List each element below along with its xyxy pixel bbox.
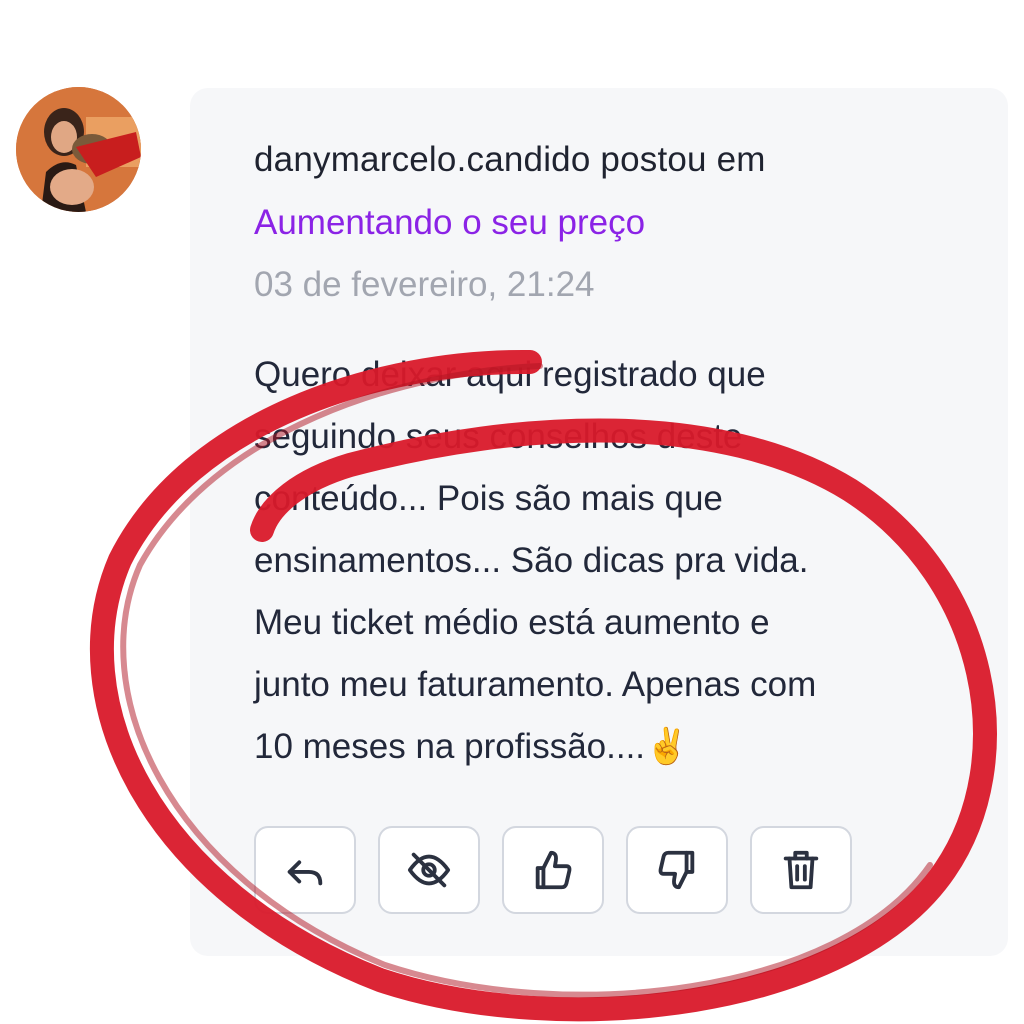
dislike-button[interactable] xyxy=(626,826,728,914)
trash-icon xyxy=(783,850,819,890)
comment-body: Quero deixar aqui registrado que seguind… xyxy=(254,349,974,783)
like-button[interactable] xyxy=(502,826,604,914)
comment-line: conteúdo... Pois são mais que xyxy=(254,479,723,518)
thumbs-down-icon xyxy=(658,850,695,890)
eye-off-icon xyxy=(407,852,451,888)
comment-line: Quero deixar aqui registrado que xyxy=(254,355,766,394)
reply-arrow-icon xyxy=(287,860,323,886)
thumbs-up-icon xyxy=(535,850,572,890)
timestamp: 03 de fevereiro, 21:24 xyxy=(254,265,595,304)
delete-button[interactable] xyxy=(750,826,852,914)
comment-line: seguindo seus conselhos deste xyxy=(254,417,743,456)
topic-link[interactable]: Aumentando o seu preço xyxy=(254,203,645,243)
comment-line: 10 meses na profissão....✌️ xyxy=(254,727,689,766)
author-line: danymarcelo.candido postou em xyxy=(254,140,766,179)
comment-actions xyxy=(254,826,852,914)
comment-line: ensinamentos... São dicas pra vida. xyxy=(254,541,809,580)
comment-line: Meu ticket médio está aumento e xyxy=(254,603,770,642)
reply-button[interactable] xyxy=(254,826,356,914)
avatar-photo xyxy=(16,87,141,212)
comment-line: junto meu faturamento. Apenas com xyxy=(254,665,817,704)
avatar[interactable] xyxy=(16,87,141,212)
hide-button[interactable] xyxy=(378,826,480,914)
